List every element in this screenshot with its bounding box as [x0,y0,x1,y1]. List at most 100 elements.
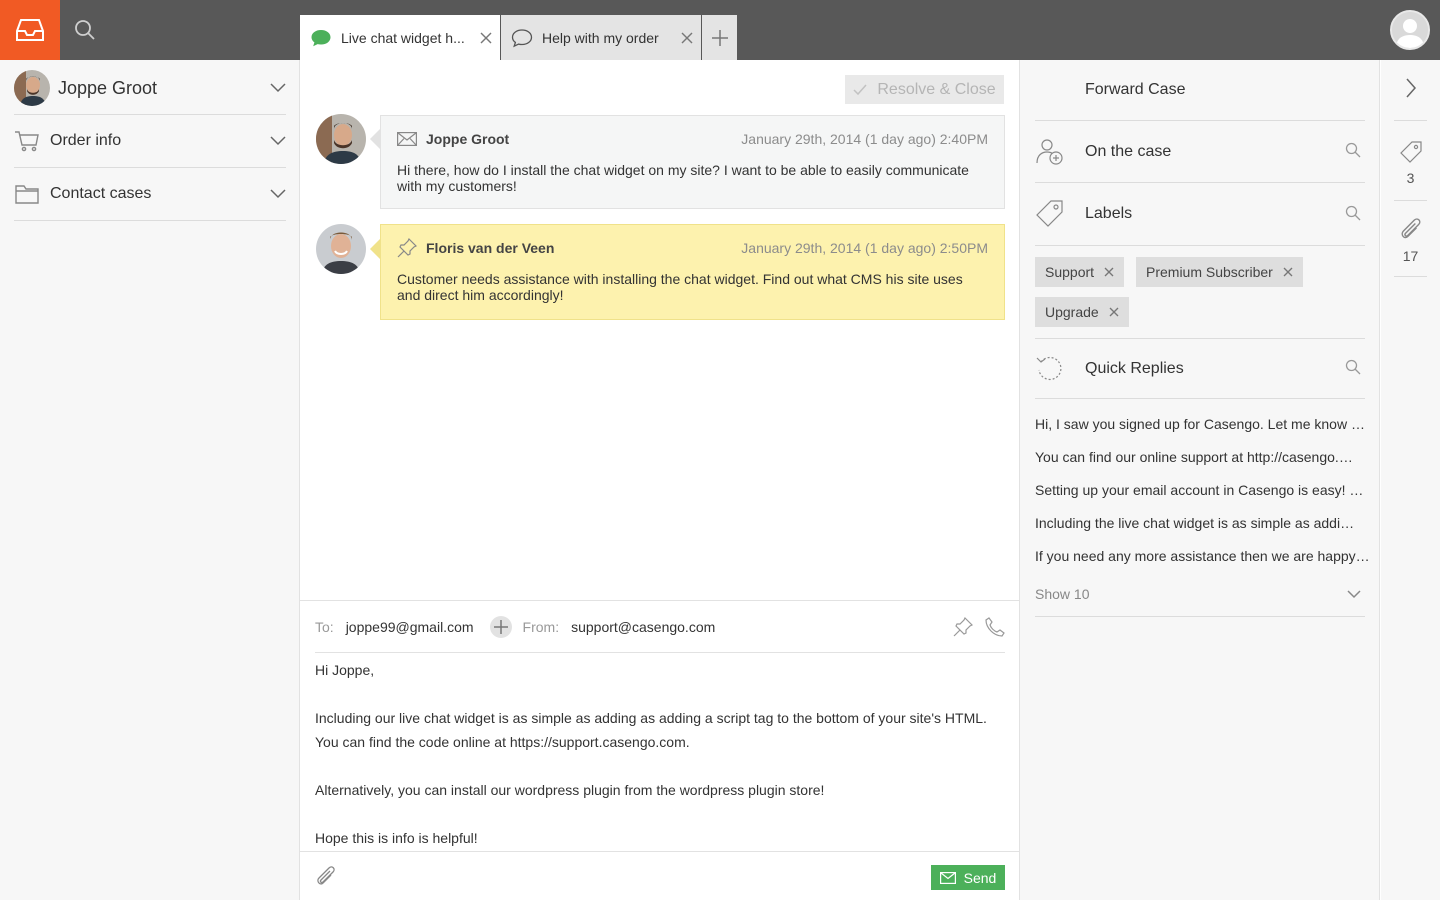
to-label: To: [315,618,334,635]
quick-reply-item[interactable]: Including the live chat widget is as sim… [1035,515,1361,531]
quick-reply-item[interactable]: Hi, I saw you signed up for Casengo. Let… [1035,416,1367,432]
pin-icon [953,616,973,636]
label-chip-text: Premium Subscriber [1146,264,1273,280]
rail-labels-button[interactable]: 3 [1394,140,1427,186]
message-body: Hi there, how do I install the chat widg… [397,162,969,194]
send-button[interactable]: Send [931,865,1005,890]
global-search-button[interactable] [60,0,110,60]
message-note: Floris van der Veen January 29th, 2014 (… [380,224,1005,320]
right-rail: 3 17 [1381,60,1440,900]
editor-line: Alternatively, you can install our wordp… [315,782,825,798]
label-chip[interactable]: Premium Subscriber [1136,257,1303,287]
tag-icon [1036,200,1063,227]
close-icon [681,32,693,43]
contact-name: Joppe Groot [58,77,158,98]
editor-line: Hi Joppe, [315,662,375,678]
contact-header[interactable]: Joppe Groot [14,62,286,115]
user-avatar[interactable] [1390,10,1430,50]
show-more-button[interactable]: Show 10 [1035,572,1365,617]
reply-composer: To: joppe99@gmail.com From: support@case… [300,600,1020,900]
quick-reply-item[interactable]: If you need any more assistance then we … [1035,548,1373,564]
rail-attachments-button[interactable]: 17 [1394,218,1427,264]
note-mode-button[interactable] [953,616,973,637]
show-more-label: Show 10 [1035,586,1090,602]
search-icon [75,20,95,40]
plus-icon [711,29,728,46]
add-user-icon [1036,138,1063,165]
sidebar-item-contact-cases[interactable]: Contact cases [14,168,286,221]
collapse-panel-button[interactable] [1394,78,1427,98]
sidebar-item-label: Contact cases [50,185,152,202]
refresh-icon [1036,356,1062,380]
close-icon [1109,307,1119,317]
remove-label-button[interactable] [1104,267,1114,277]
chevron-down-icon [1347,589,1361,598]
quick-replies-section[interactable]: Quick Replies [1035,339,1365,399]
sidebar-item-order-info[interactable]: Order info [14,115,286,168]
tab-live-chat-widget[interactable]: Live chat widget h... [300,15,500,60]
inbox-button[interactable] [0,0,60,60]
label-chip[interactable]: Upgrade [1035,297,1129,327]
attachments-count: 17 [1402,248,1419,264]
check-icon [853,84,867,95]
remove-label-button[interactable] [1109,307,1119,317]
top-bar: Live chat widget h... Help with my order [0,0,1440,60]
divider [1394,200,1427,201]
close-icon [1283,267,1293,277]
editor-line: Including our live chat widget is as sim… [315,710,987,726]
labels-title: Labels [1085,205,1133,222]
search-icon [1345,359,1361,375]
chevron-down-icon [270,136,286,146]
add-recipient-button[interactable] [489,615,513,639]
user-silhouette-icon [1392,12,1428,48]
from-field[interactable]: support@casengo.com [571,619,715,635]
forward-case-button[interactable]: Forward Case [1035,60,1365,121]
envelope-icon [939,871,956,884]
message-author: Floris van der Veen [426,240,555,256]
plus-circle-icon [489,615,512,638]
envelope-icon [397,132,417,146]
search-agents-button[interactable] [1345,142,1361,161]
chevron-down-icon [270,83,286,93]
call-button[interactable] [985,616,1005,637]
on-the-case-label: On the case [1085,142,1172,160]
search-icon [1345,205,1361,220]
divider [1394,276,1427,277]
message-header: Floris van der Veen January 29th, 2014 (… [397,225,988,271]
search-quick-replies-button[interactable] [1345,359,1361,378]
message-author: Joppe Groot [426,131,510,147]
chevron-down-icon [270,189,286,199]
composer-footer: Send [300,851,1020,900]
message-timestamp: January 29th, 2014 (1 day ago) 2:50PM [741,240,988,256]
search-labels-button[interactable] [1345,205,1361,224]
on-the-case-section[interactable]: On the case [1035,121,1365,183]
quick-reply-item[interactable]: You can find our online support at http:… [1035,449,1359,465]
attach-button[interactable] [315,866,337,888]
resolve-close-button[interactable]: Resolve & Close [845,75,1004,104]
message-timestamp: January 29th, 2014 (1 day ago) 2:40PM [741,131,988,147]
quick-reply-item[interactable]: Setting up your email account in Casengo… [1035,482,1365,498]
case-details-panel: Forward Case On the case Labels Support … [1020,60,1380,900]
remove-label-button[interactable] [1283,267,1293,277]
tab-help-with-my-order[interactable]: Help with my order [501,15,701,60]
send-label: Send [963,869,997,886]
labels-section[interactable]: Labels [1035,183,1365,246]
chat-bubble-filled-icon [311,29,331,46]
tab-label: Help with my order [542,29,659,46]
new-tab-button[interactable] [702,15,737,60]
close-tab-button[interactable] [472,32,500,44]
to-field[interactable]: joppe99@gmail.com [346,619,474,635]
labels-count: 3 [1406,170,1415,186]
chat-bubble-outline-icon [511,28,533,47]
message-email: Joppe Groot January 29th, 2014 (1 day ag… [380,115,1005,209]
sidebar-item-label: Order info [50,132,122,149]
close-icon [480,32,492,43]
close-tab-button[interactable] [673,32,701,44]
label-chip-text: Support [1045,264,1095,280]
message-editor[interactable]: Hi Joppe, Including our live chat widget… [315,654,1005,850]
avatar [316,114,366,164]
message-header: Joppe Groot January 29th, 2014 (1 day ag… [397,116,988,162]
inbox-icon [16,19,44,41]
label-chip[interactable]: Support [1035,257,1125,287]
